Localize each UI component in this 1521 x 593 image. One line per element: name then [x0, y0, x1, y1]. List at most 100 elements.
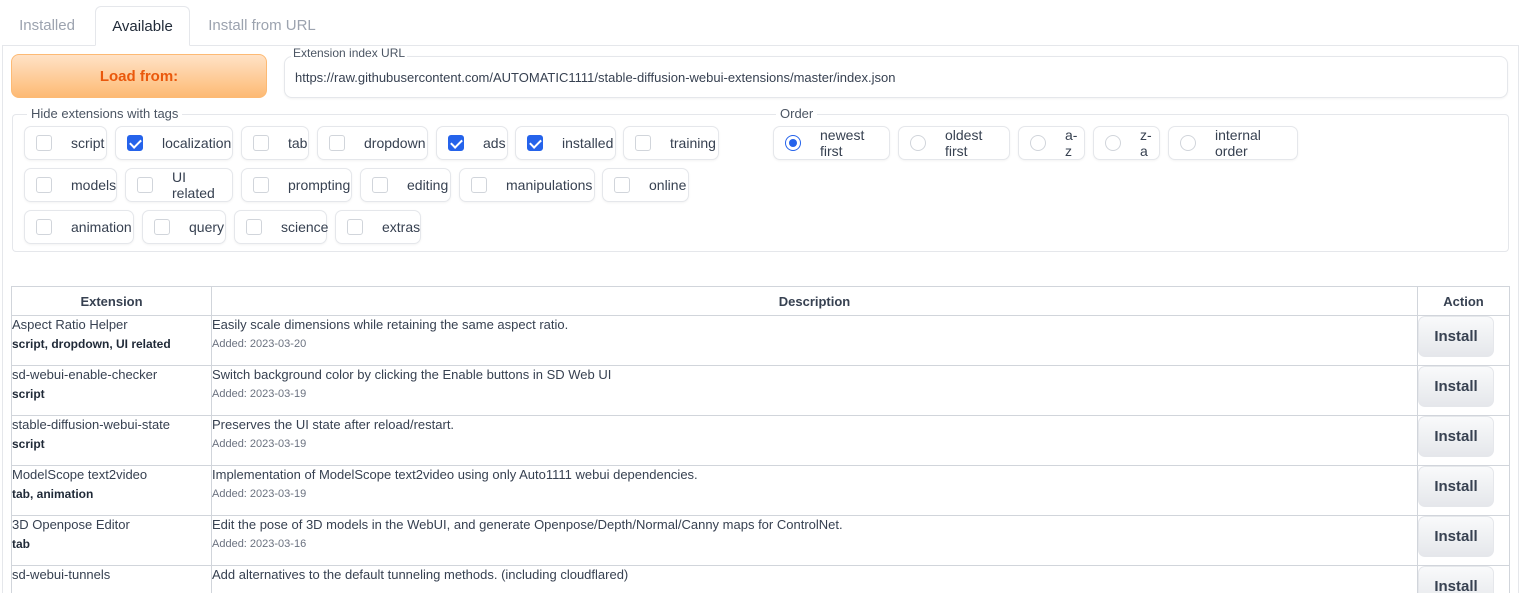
radio-icon[interactable] [1030, 135, 1046, 151]
tag-filter-label: animation [71, 219, 132, 235]
extension-cell: Aspect Ratio Helper script, dropdown, UI … [11, 315, 212, 366]
tag-filter-ads[interactable]: ads [436, 126, 508, 160]
install-button[interactable]: Install [1418, 466, 1494, 507]
tag-filter-dropdown[interactable]: dropdown [317, 126, 428, 160]
checkbox-icon[interactable] [253, 177, 269, 193]
tag-filter-label: science [281, 219, 329, 235]
checkbox-icon[interactable] [614, 177, 630, 193]
extensions-page: Installed Available Install from URL Loa… [0, 0, 1521, 593]
checkbox-icon[interactable] [635, 135, 651, 151]
checkbox-icon[interactable] [347, 219, 363, 235]
extension-name[interactable]: Aspect Ratio Helper [12, 316, 211, 334]
order-label: Order [776, 106, 818, 121]
tag-filter-editing[interactable]: editing [360, 168, 451, 202]
order-option-a-z[interactable]: a-z [1018, 126, 1085, 160]
install-button[interactable]: Install [1418, 366, 1494, 407]
install-button[interactable]: Install [1418, 416, 1494, 457]
extension-cell: 3D Openpose Editor tab [11, 515, 212, 566]
action-cell: Install [1417, 315, 1510, 366]
tag-filter-tab[interactable]: tab [241, 126, 309, 160]
checkbox-icon[interactable] [246, 219, 262, 235]
extension-added-date: Added: 2023-03-16 [212, 538, 307, 550]
order-option-internal-order[interactable]: internal order [1168, 126, 1298, 160]
order-option-label: oldest first [945, 127, 983, 159]
tag-filter-label: localization [162, 135, 232, 151]
tag-filter-label: extras [382, 219, 421, 235]
tag-filter-training[interactable]: training [623, 126, 719, 160]
tag-filter-label: models [71, 177, 117, 193]
extension-index-url-input[interactable] [284, 56, 1508, 98]
checkbox-icon[interactable] [448, 135, 464, 151]
description-cell: Preserves the UI state after reload/rest… [211, 415, 1418, 466]
load-from-button[interactable]: Load from: [11, 54, 267, 98]
install-button[interactable]: Install [1418, 516, 1494, 557]
extension-description: Implementation of ModelScope text2video … [212, 467, 698, 482]
tag-filter-installed[interactable]: installed [515, 126, 616, 160]
tag-filter-label: query [189, 219, 225, 235]
checkbox-icon[interactable] [36, 219, 52, 235]
tag-filter-label: installed [562, 135, 614, 151]
tag-filter-localization[interactable]: localization [115, 126, 233, 160]
install-button[interactable]: Install [1418, 316, 1494, 357]
extension-description: Preserves the UI state after reload/rest… [212, 417, 455, 432]
action-cell: Install [1417, 565, 1510, 593]
checkbox-icon[interactable] [471, 177, 487, 193]
order-option-z-a[interactable]: z-a [1093, 126, 1160, 160]
checkbox-icon[interactable] [253, 135, 269, 151]
extension-name[interactable]: ModelScope text2video [12, 466, 211, 484]
action-cell: Install [1417, 465, 1510, 516]
checkbox-icon[interactable] [127, 135, 143, 151]
tag-filter-prompting[interactable]: prompting [241, 168, 352, 202]
order-option-label: newest first [820, 127, 865, 159]
tag-filter-extras[interactable]: extras [335, 210, 421, 244]
extension-added-date: Added: 2023-03-19 [212, 388, 307, 400]
extension-added-date: Added: 2023-03-19 [212, 438, 307, 450]
radio-icon[interactable] [910, 135, 926, 151]
extension-tags: script, dropdown, UI related [12, 337, 171, 351]
order-option-newest-first[interactable]: newest first [773, 126, 890, 160]
install-button[interactable]: Install [1418, 566, 1494, 593]
checkbox-icon[interactable] [36, 177, 52, 193]
tag-filter-label: online [649, 177, 687, 193]
checkbox-icon[interactable] [36, 135, 52, 151]
description-cell: Easily scale dimensions while retaining … [211, 315, 1418, 366]
extension-description: Easily scale dimensions while retaining … [212, 317, 569, 332]
tag-filter-models[interactable]: models [24, 168, 117, 202]
checkbox-icon[interactable] [372, 177, 388, 193]
tab-install-from-url[interactable]: Install from URL [198, 6, 326, 46]
order-option-oldest-first[interactable]: oldest first [898, 126, 1010, 160]
tag-filter-script[interactable]: script [24, 126, 107, 160]
tab-available[interactable]: Available [95, 6, 190, 46]
extension-tags: tab [12, 537, 30, 551]
extension-cell: sd-webui-tunnels [11, 565, 212, 593]
extension-cell: ModelScope text2video tab, animation [11, 465, 212, 516]
extension-name[interactable]: sd-webui-tunnels [12, 566, 211, 584]
radio-icon[interactable] [1105, 135, 1121, 151]
extension-added-date: Added: 2023-03-20 [212, 338, 307, 350]
table-row: ModelScope text2video tab, animation Imple… [11, 465, 1510, 516]
tag-filter-label: tab [288, 135, 308, 151]
action-cell: Install [1417, 515, 1510, 566]
tag-filter-ui-related[interactable]: UI related [125, 168, 233, 202]
checkbox-icon[interactable] [154, 219, 170, 235]
radio-icon[interactable] [785, 135, 801, 151]
extension-tags: tab, animation [12, 487, 94, 501]
checkbox-icon[interactable] [527, 135, 543, 151]
extensions-table: Extension Description Action Aspect Rati… [11, 286, 1510, 593]
extension-name[interactable]: sd-webui-enable-checker [12, 366, 211, 384]
tag-filter-label: editing [407, 177, 449, 193]
tag-filter-online[interactable]: online [602, 168, 689, 202]
action-cell: Install [1417, 415, 1510, 466]
tag-filter-science[interactable]: science [234, 210, 329, 244]
extension-name[interactable]: 3D Openpose Editor [12, 516, 211, 534]
tag-filter-animation[interactable]: animation [24, 210, 134, 244]
checkbox-icon[interactable] [329, 135, 345, 151]
checkbox-icon[interactable] [137, 177, 153, 193]
tab-installed[interactable]: Installed [6, 6, 88, 46]
extension-name[interactable]: stable-diffusion-webui-state [12, 416, 211, 434]
tag-filter-query[interactable]: query [142, 210, 226, 244]
tag-filter-manipulations[interactable]: manipulations [459, 168, 595, 202]
order-option-label: internal order [1215, 127, 1261, 159]
extension-description: Switch background color by clicking the … [212, 367, 612, 382]
radio-icon[interactable] [1180, 135, 1196, 151]
